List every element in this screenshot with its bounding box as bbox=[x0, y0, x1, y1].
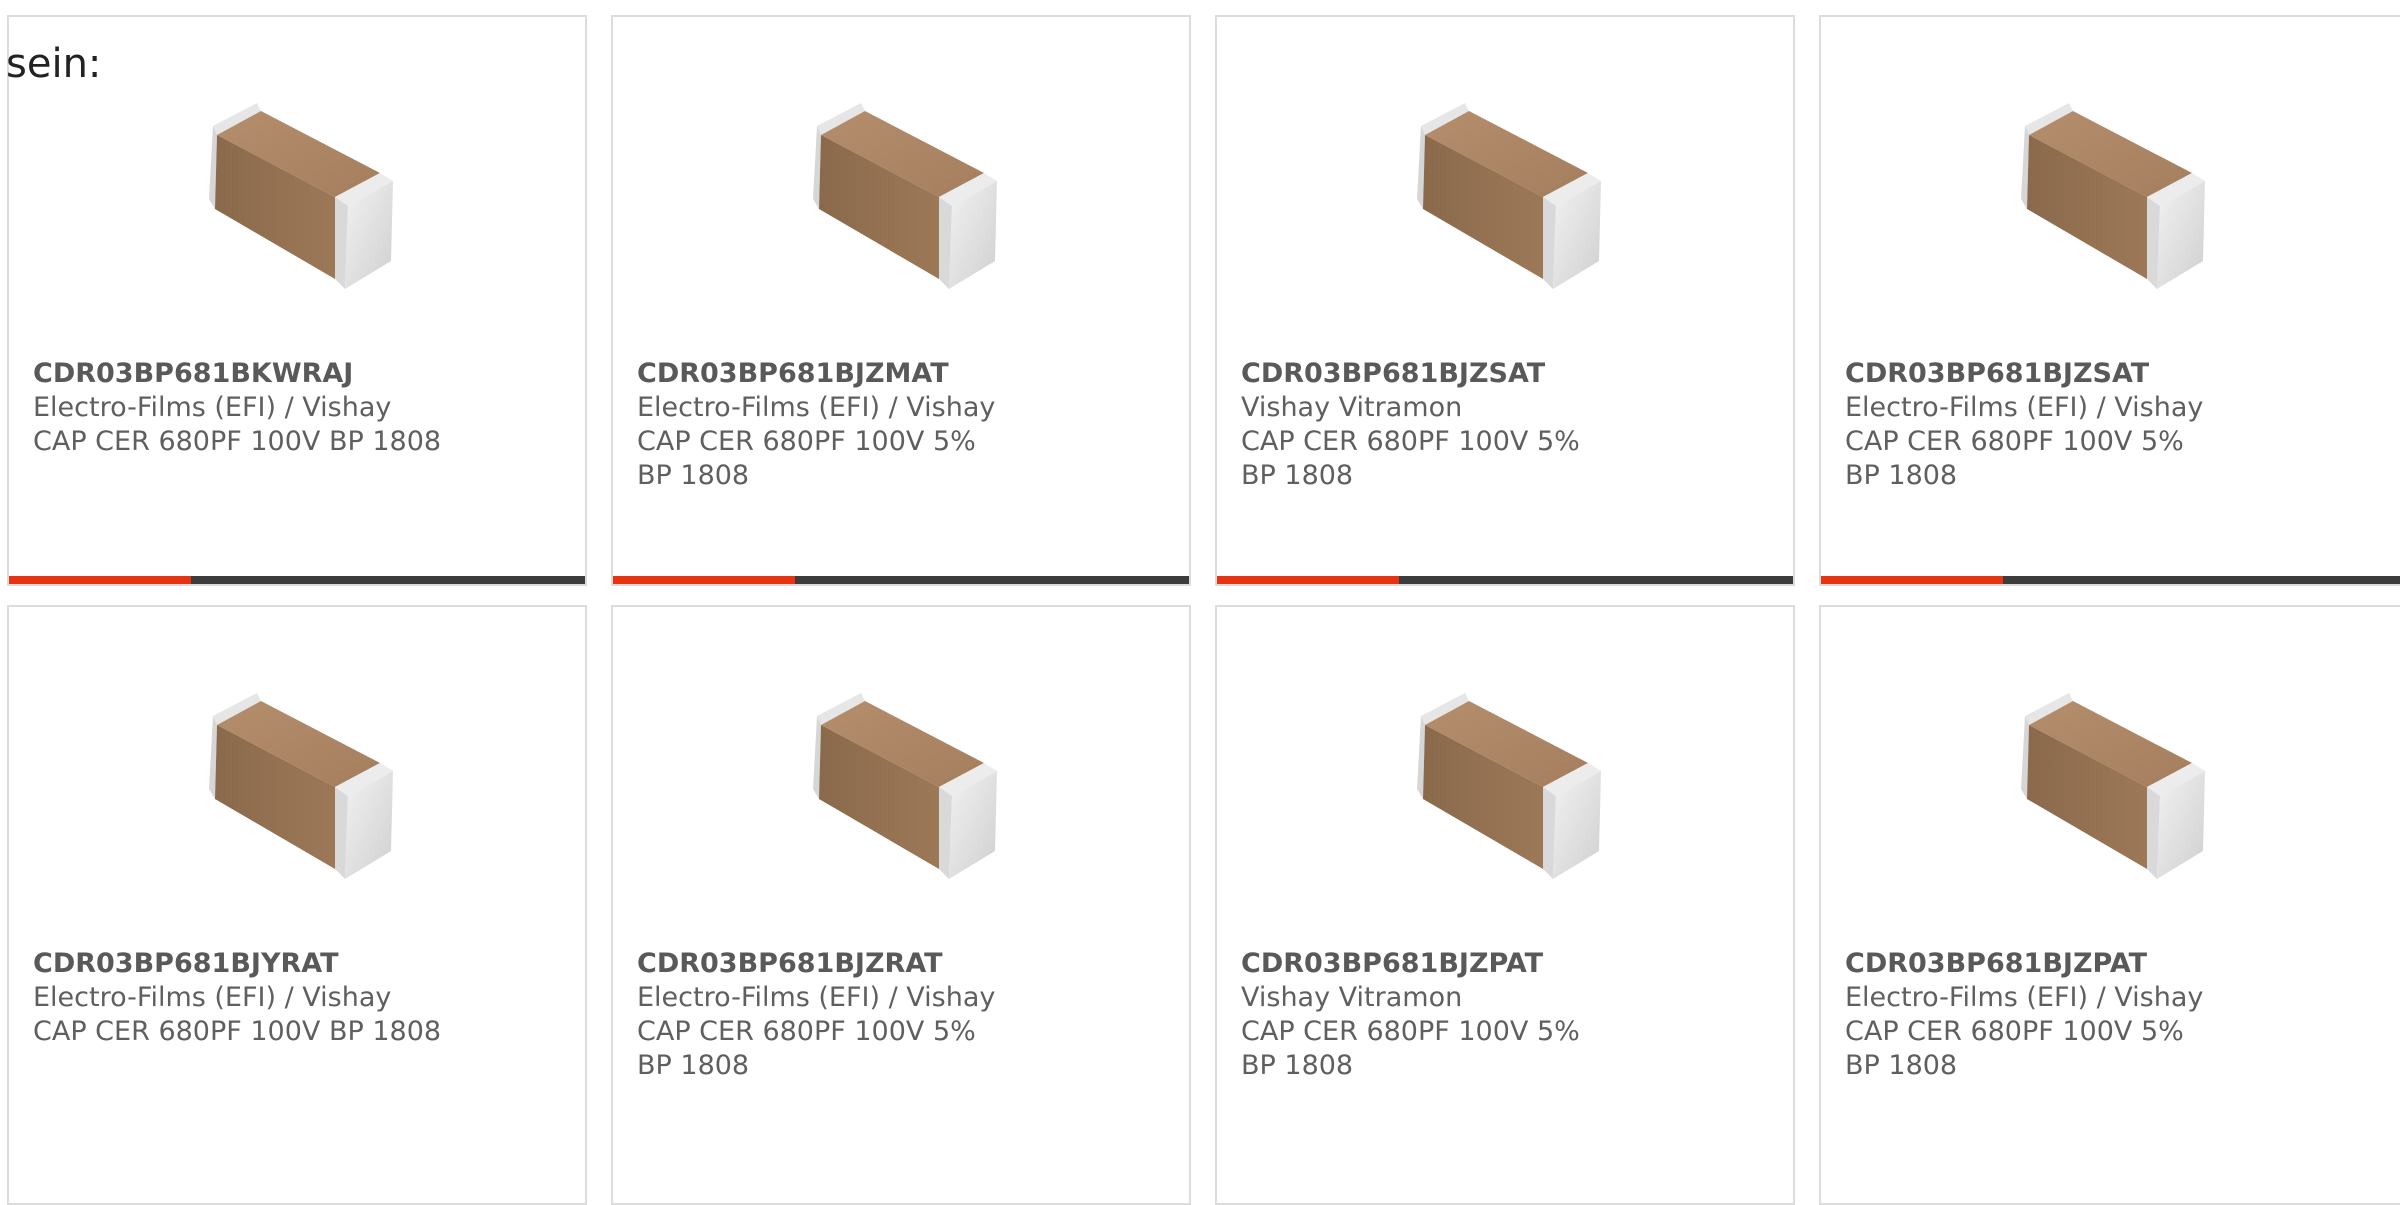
card-bottom-bar bbox=[1821, 576, 2400, 584]
product-manufacturer: Electro-Films (EFI) / Vishay bbox=[1845, 982, 2204, 1013]
card-accent-bar bbox=[9, 576, 191, 584]
ceramic-capacitor-smd-icon bbox=[799, 679, 1011, 889]
ceramic-capacitor-smd-icon bbox=[2007, 89, 2219, 299]
product-part-number[interactable]: CDR03BP681BJZMAT bbox=[637, 357, 1077, 391]
product-part-number[interactable]: CDR03BP681BJZRAT bbox=[637, 947, 1077, 981]
card-bottom-bar bbox=[9, 576, 585, 584]
ceramic-capacitor-smd-icon bbox=[195, 679, 407, 889]
product-description: CAP CER 680PF 100V 5% BP 1808 bbox=[1241, 426, 1580, 491]
product-card[interactable]: CDR03BP681BJZPAT Vishay Vitramon CAP CER… bbox=[1215, 605, 1795, 1205]
product-description: CAP CER 680PF 100V BP 1808 bbox=[33, 1016, 442, 1047]
product-part-number[interactable]: CDR03BP681BKWRAJ bbox=[33, 357, 473, 391]
product-description: CAP CER 680PF 100V 5% BP 1808 bbox=[1845, 1016, 2184, 1081]
ceramic-capacitor-smd-icon bbox=[1403, 89, 1615, 299]
ceramic-capacitor-smd-icon bbox=[799, 89, 1011, 299]
product-card[interactable]: CDR03BP681BJZMAT Electro-Films (EFI) / V… bbox=[611, 15, 1191, 586]
card-bottom-bar bbox=[613, 576, 1189, 584]
card-bottom-bar bbox=[1217, 576, 1793, 584]
product-manufacturer: Electro-Films (EFI) / Vishay bbox=[637, 392, 996, 423]
product-description: CAP CER 680PF 100V 5% BP 1808 bbox=[1845, 426, 2184, 491]
product-card[interactable]: CDR03BP681BJZPAT Electro-Films (EFI) / V… bbox=[1819, 605, 2400, 1205]
product-card[interactable]: CDR03BP681BJZSAT Electro-Films (EFI) / V… bbox=[1819, 15, 2400, 586]
product-manufacturer: Electro-Films (EFI) / Vishay bbox=[637, 982, 996, 1013]
product-part-number[interactable]: CDR03BP681BJZPAT bbox=[1845, 947, 2285, 981]
product-card[interactable]: CDR03BP681BKWRAJ Electro-Films (EFI) / V… bbox=[7, 15, 587, 586]
product-description: CAP CER 680PF 100V 5% BP 1808 bbox=[1241, 1016, 1580, 1081]
ceramic-capacitor-smd-icon bbox=[1403, 679, 1615, 889]
product-description: CAP CER 680PF 100V 5% BP 1808 bbox=[637, 426, 976, 491]
product-manufacturer: Electro-Films (EFI) / Vishay bbox=[33, 982, 392, 1013]
product-manufacturer: Electro-Films (EFI) / Vishay bbox=[1845, 392, 2204, 423]
card-accent-bar bbox=[1821, 576, 2003, 584]
intro-text: sein: bbox=[6, 41, 102, 87]
ceramic-capacitor-smd-icon bbox=[195, 89, 407, 299]
ceramic-capacitor-smd-icon bbox=[2007, 679, 2219, 889]
product-card[interactable]: CDR03BP681BJZRAT Electro-Films (EFI) / V… bbox=[611, 605, 1191, 1205]
product-description: CAP CER 680PF 100V 5% BP 1808 bbox=[637, 1016, 976, 1081]
product-grid: CDR03BP681BKWRAJ Electro-Films (EFI) / V… bbox=[0, 0, 2400, 1205]
product-card[interactable]: CDR03BP681BJZSAT Vishay Vitramon CAP CER… bbox=[1215, 15, 1795, 586]
product-description: CAP CER 680PF 100V BP 1808 bbox=[33, 426, 442, 457]
card-accent-bar bbox=[613, 576, 795, 584]
product-part-number[interactable]: CDR03BP681BJZPAT bbox=[1241, 947, 1681, 981]
product-part-number[interactable]: CDR03BP681BJZSAT bbox=[1845, 357, 2285, 391]
product-manufacturer: Vishay Vitramon bbox=[1241, 982, 1463, 1013]
product-part-number[interactable]: CDR03BP681BJZSAT bbox=[1241, 357, 1681, 391]
product-manufacturer: Vishay Vitramon bbox=[1241, 392, 1463, 423]
product-manufacturer: Electro-Films (EFI) / Vishay bbox=[33, 392, 392, 423]
card-accent-bar bbox=[1217, 576, 1399, 584]
product-card[interactable]: CDR03BP681BJYRAT Electro-Films (EFI) / V… bbox=[7, 605, 587, 1205]
product-part-number[interactable]: CDR03BP681BJYRAT bbox=[33, 947, 473, 981]
